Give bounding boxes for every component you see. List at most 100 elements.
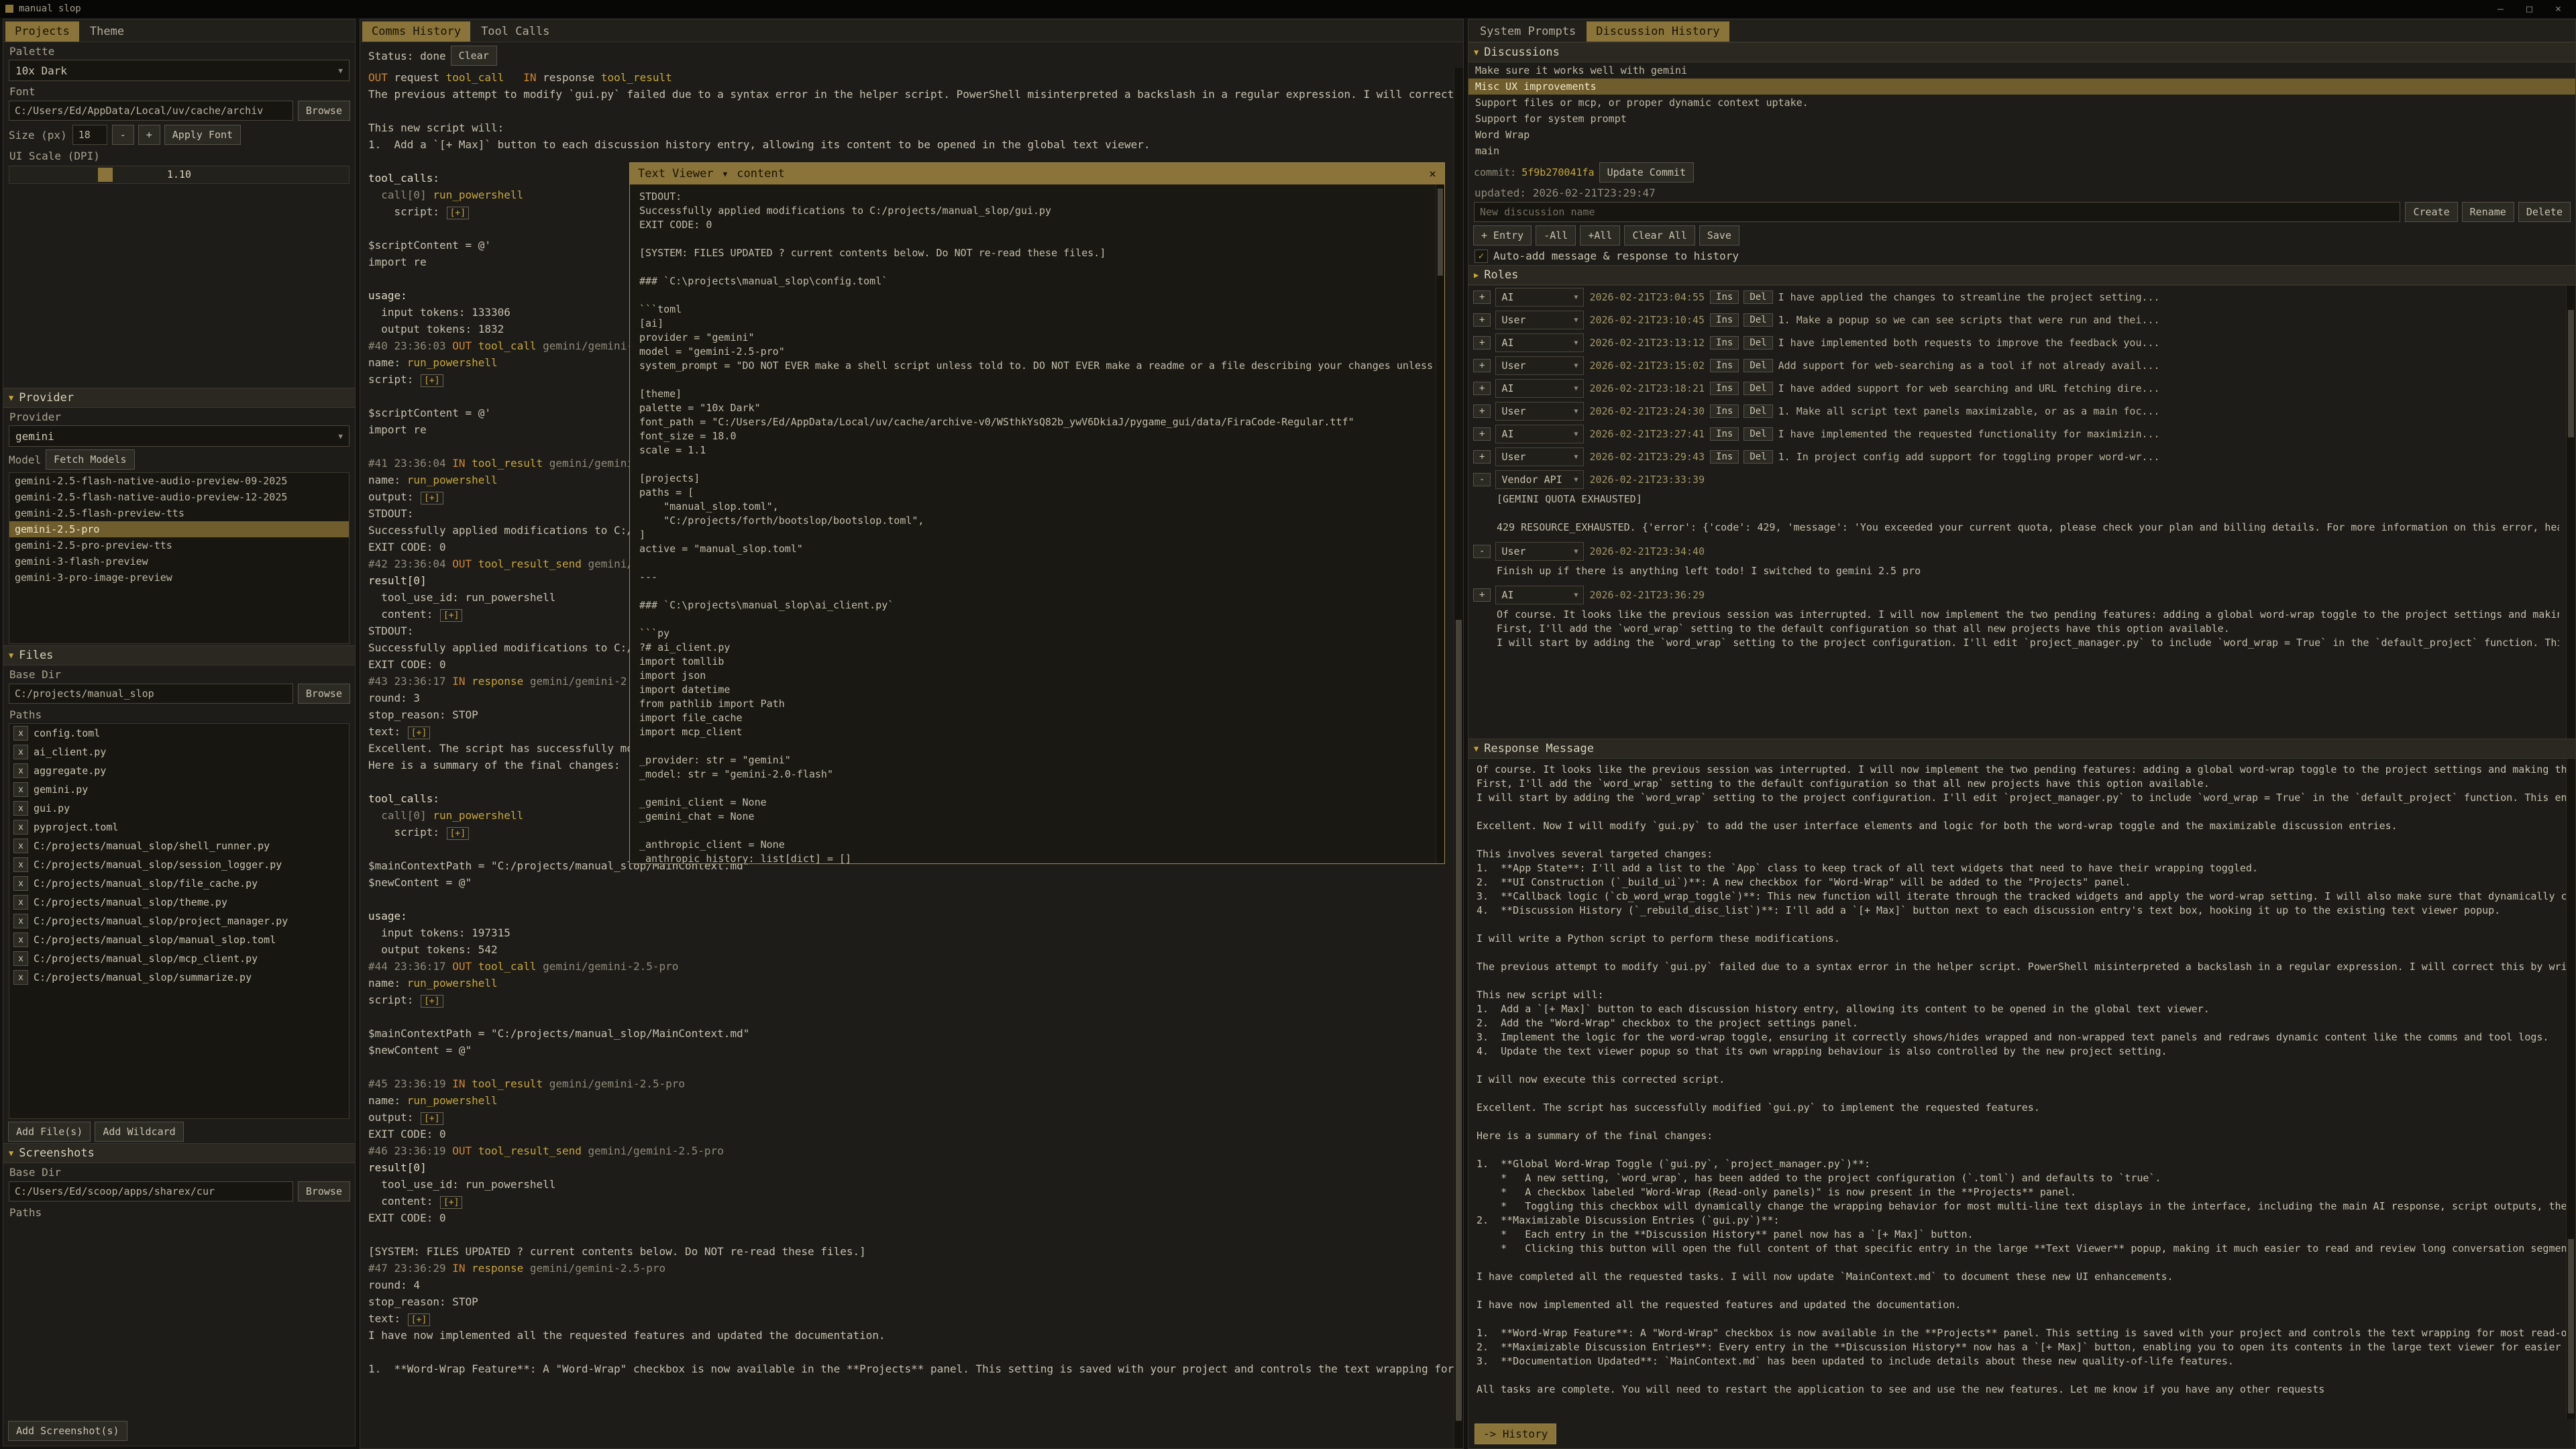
- tab-theme[interactable]: Theme: [80, 21, 133, 42]
- entry-delete-button[interactable]: Del: [1744, 405, 1772, 417]
- palette-select[interactable]: 10x Dark ▼: [9, 60, 350, 81]
- expand-button[interactable]: [+]: [409, 1314, 429, 1326]
- font-browse-button[interactable]: Browse: [299, 101, 350, 120]
- screenshots-browse-button[interactable]: Browse: [299, 1182, 350, 1201]
- clear-all-button[interactable]: Clear All: [1625, 226, 1694, 245]
- entry-toggle-button[interactable]: +: [1474, 360, 1490, 372]
- delete-discussion-button[interactable]: Delete: [2519, 203, 2570, 221]
- tab-tool-calls[interactable]: Tool Calls: [472, 21, 559, 42]
- remove-file-button[interactable]: x: [14, 745, 28, 759]
- text-viewer-scrollbar[interactable]: [1436, 184, 1444, 863]
- comms-scrollbar-thumb[interactable]: [1456, 620, 1462, 1421]
- tab-projects[interactable]: Projects: [5, 21, 79, 42]
- text-viewer-titlebar[interactable]: Text Viewer ▼ content ×: [630, 163, 1444, 184]
- expand-button[interactable]: [+]: [441, 1197, 462, 1208]
- entry-insert-button[interactable]: Ins: [1711, 337, 1738, 349]
- entries-scrollbar-thumb[interactable]: [2568, 310, 2574, 437]
- new-discussion-name-input[interactable]: New discussion name: [1474, 202, 2400, 222]
- entry-delete-button[interactable]: Del: [1744, 382, 1772, 394]
- apply-font-button[interactable]: Apply Font: [165, 125, 240, 144]
- remove-file-button[interactable]: x: [14, 839, 28, 853]
- entry-role-select[interactable]: User▼: [1496, 357, 1583, 374]
- entry-toggle-button[interactable]: +: [1474, 589, 1490, 601]
- add-wildcard-button[interactable]: Add Wildcard: [95, 1122, 182, 1141]
- roles-section-header[interactable]: ▶ Roles: [1468, 265, 2575, 285]
- auto-add-checkbox[interactable]: ✓: [1475, 250, 1487, 262]
- font-size-input[interactable]: 18: [72, 125, 107, 145]
- entries-scrollbar[interactable]: [2566, 286, 2575, 739]
- expand-button[interactable]: [+]: [421, 996, 442, 1007]
- discussion-item[interactable]: Word Wrap: [1468, 127, 2575, 143]
- entry-delete-button[interactable]: Del: [1744, 451, 1772, 463]
- entry-role-select[interactable]: User▼: [1496, 448, 1583, 466]
- discussion-item[interactable]: Make sure it works well with gemini: [1468, 62, 2575, 78]
- tab-system-prompts[interactable]: System Prompts: [1470, 21, 1585, 42]
- provider-section-header[interactable]: ▼ Provider: [3, 388, 355, 408]
- text-viewer-source-select[interactable]: Text Viewer: [638, 167, 714, 180]
- remove-file-button[interactable]: x: [14, 971, 28, 984]
- entry-toggle-button[interactable]: +: [1474, 314, 1490, 326]
- model-option[interactable]: gemini-2.5-pro-preview-tts: [9, 537, 349, 553]
- comms-scrollbar[interactable]: [1454, 68, 1463, 1448]
- entry-delete-button[interactable]: Del: [1744, 360, 1772, 372]
- model-option[interactable]: gemini-3-pro-image-preview: [9, 570, 349, 586]
- entry-role-select[interactable]: AI▼: [1496, 288, 1583, 306]
- close-icon[interactable]: ×: [1429, 167, 1436, 181]
- expand-all-button[interactable]: +All: [1580, 226, 1619, 245]
- minimize-button[interactable]: –: [2498, 3, 2504, 15]
- screenshots-base-dir-input[interactable]: C:/Users/Ed/scoop/apps/sharex/cur: [9, 1181, 293, 1201]
- add-files-button[interactable]: Add File(s): [9, 1122, 90, 1141]
- remove-file-button[interactable]: x: [14, 802, 28, 815]
- maximize-button[interactable]: □: [2526, 3, 2532, 15]
- response-scrollbar-thumb[interactable]: [2568, 1239, 2574, 1413]
- discussion-item[interactable]: main: [1468, 143, 2575, 159]
- remove-file-button[interactable]: x: [14, 727, 28, 740]
- add-entry-button[interactable]: + Entry: [1474, 226, 1531, 245]
- expand-button[interactable]: [+]: [421, 492, 442, 504]
- entry-delete-button[interactable]: Del: [1744, 314, 1772, 326]
- remove-file-button[interactable]: x: [14, 896, 28, 909]
- model-option[interactable]: gemini-2.5-flash-native-audio-preview-12…: [9, 489, 349, 505]
- entry-insert-button[interactable]: Ins: [1711, 360, 1738, 372]
- history-button[interactable]: -> History: [1475, 1424, 1556, 1444]
- entry-delete-button[interactable]: Del: [1744, 428, 1772, 440]
- response-section-header[interactable]: ▼ Response Message: [1468, 739, 2575, 759]
- entry-role-select[interactable]: Vendor API▼: [1496, 471, 1583, 488]
- entry-toggle-button[interactable]: +: [1474, 337, 1490, 349]
- font-size-decrease-button[interactable]: -: [113, 125, 133, 144]
- expand-button[interactable]: [+]: [447, 828, 468, 839]
- entry-toggle-button[interactable]: +: [1474, 291, 1490, 303]
- model-option[interactable]: gemini-2.5-flash-preview-tts: [9, 505, 349, 521]
- expand-button[interactable]: [+]: [421, 375, 442, 386]
- entry-role-select[interactable]: User▼: [1496, 402, 1583, 420]
- entry-insert-button[interactable]: Ins: [1711, 314, 1738, 326]
- entry-toggle-button[interactable]: +: [1474, 451, 1490, 463]
- entry-toggle-button[interactable]: -: [1474, 545, 1490, 557]
- remove-file-button[interactable]: x: [14, 914, 28, 928]
- discussion-item[interactable]: Support for system prompt: [1468, 111, 2575, 127]
- entry-role-select[interactable]: User▼: [1496, 311, 1583, 329]
- remove-file-button[interactable]: x: [14, 933, 28, 947]
- files-section-header[interactable]: ▼ Files: [3, 645, 355, 665]
- base-dir-input[interactable]: C:/projects/manual_slop: [9, 684, 293, 704]
- collapse-all-button[interactable]: -All: [1536, 226, 1575, 245]
- update-commit-button[interactable]: Update Commit: [1600, 163, 1693, 182]
- model-option[interactable]: gemini-2.5-flash-native-audio-preview-09…: [9, 473, 349, 489]
- entry-delete-button[interactable]: Del: [1744, 291, 1772, 303]
- remove-file-button[interactable]: x: [14, 820, 28, 834]
- remove-file-button[interactable]: x: [14, 783, 28, 796]
- entry-toggle-button[interactable]: +: [1474, 428, 1490, 440]
- entry-insert-button[interactable]: Ins: [1711, 291, 1738, 303]
- entry-role-select[interactable]: User▼: [1496, 543, 1583, 560]
- remove-file-button[interactable]: x: [14, 858, 28, 871]
- remove-file-button[interactable]: x: [14, 764, 28, 777]
- entry-role-select[interactable]: AI▼: [1496, 380, 1583, 397]
- entry-insert-button[interactable]: Ins: [1711, 428, 1738, 440]
- add-screenshots-button[interactable]: Add Screenshot(s): [9, 1421, 127, 1440]
- base-dir-browse-button[interactable]: Browse: [299, 684, 350, 703]
- response-scrollbar[interactable]: [2566, 759, 2575, 1419]
- text-viewer-scrollbar-thumb[interactable]: [1438, 189, 1443, 276]
- close-button[interactable]: ×: [2555, 3, 2561, 15]
- entry-insert-button[interactable]: Ins: [1711, 405, 1738, 417]
- ui-scale-slider[interactable]: 1.10: [9, 166, 350, 184]
